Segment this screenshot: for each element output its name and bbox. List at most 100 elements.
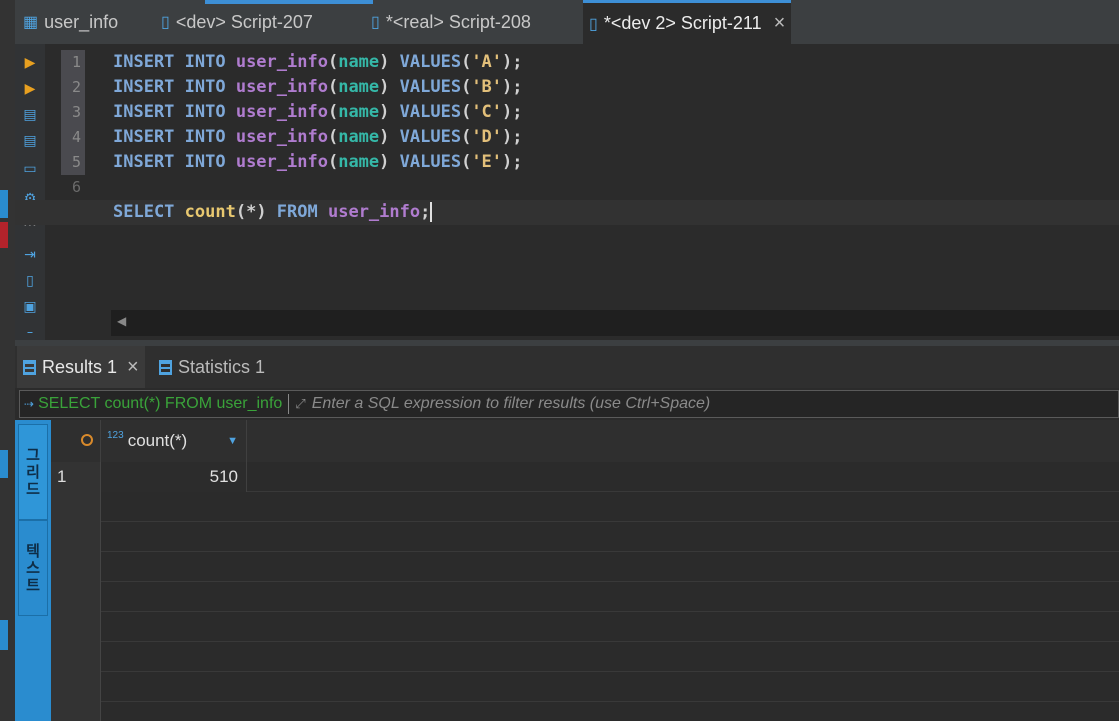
export-icon[interactable]: ⇥ — [21, 246, 39, 264]
grid-icon — [159, 359, 172, 375]
code-token: VALUES — [399, 77, 462, 97]
code-token: user_info — [235, 52, 328, 72]
code-token: VALUES — [399, 52, 462, 72]
line-number: 1 — [61, 50, 85, 75]
expand-filter-icon[interactable]: ⤢ — [295, 397, 305, 412]
code-token: VALUES — [399, 152, 462, 172]
empty-row — [51, 672, 1119, 702]
view-mode-panel: 그리드 텍스트 — [15, 420, 51, 721]
line-number: 6 — [71, 178, 81, 196]
scroll-left-icon[interactable]: ◀ — [117, 314, 126, 328]
column-header-label: count(*) — [127, 431, 188, 450]
tab-script-207[interactable]: ▯ <dev> Script-207 — [155, 0, 319, 44]
sort-dropdown-icon[interactable]: ▼ — [227, 435, 238, 447]
empty-row — [51, 612, 1119, 642]
code-token: ( — [327, 127, 339, 147]
empty-row — [51, 642, 1119, 672]
tab-statistics-1[interactable]: Statistics 1 — [153, 346, 271, 388]
grid-icon — [23, 359, 36, 375]
code-token: 'C' — [471, 102, 503, 122]
outline-icon[interactable]: ⎯ — [21, 324, 39, 338]
row-number-empty — [51, 672, 101, 702]
code-token: FROM — [276, 202, 328, 222]
code-line[interactable]: SELECT count(*) FROM user_info; — [15, 200, 1119, 225]
results-grid[interactable]: 123 count(*) ▼ 1 510 — [51, 420, 1119, 721]
code-line[interactable]: INSERT INTO user_info(name) VALUES('B'); — [113, 75, 1113, 100]
script-connected-icon: ▯ — [589, 15, 598, 33]
code-token: INSERT INTO — [113, 77, 236, 97]
numeric-type-badge: 123 — [107, 429, 124, 441]
code-token: ( — [461, 152, 472, 172]
tab-script-211[interactable]: ▯ *<dev 2> Script-211 × — [583, 0, 792, 44]
code-line[interactable] — [113, 175, 1113, 200]
row-number-header[interactable] — [51, 420, 101, 462]
row-number: 1 — [51, 462, 101, 492]
execute-script-icon[interactable]: ▤ — [21, 106, 39, 124]
tab-results-1[interactable]: Results 1 × — [17, 346, 145, 388]
code-token: 'B' — [471, 77, 503, 97]
empty-row — [51, 552, 1119, 582]
close-icon[interactable]: × — [127, 356, 139, 379]
code-token: name — [338, 52, 380, 72]
code-token: (*) — [235, 202, 277, 222]
horizontal-scrollbar[interactable]: ◀ — [111, 310, 1119, 336]
code-token: ) — [379, 102, 400, 122]
column-header-count[interactable]: 123 count(*) ▼ — [101, 420, 247, 462]
code-token: ( — [327, 102, 339, 122]
script-icon: ▯ — [371, 14, 380, 31]
code-token: ) — [379, 127, 400, 147]
text-cursor — [430, 202, 433, 222]
code-token: ); — [502, 152, 523, 172]
row-number-empty — [51, 492, 101, 522]
code-token: ( — [461, 127, 472, 147]
editor-toolbar: ▶ ▶ ▤ ▤ ▭ ⚙ ⋯ ⇥ ▯ ▣ ⎯ — [15, 44, 45, 340]
edge-marker-blue-3 — [0, 620, 8, 650]
tab-label: Results 1 — [42, 356, 118, 377]
row-number-empty — [51, 612, 101, 642]
code-token: INSERT INTO — [113, 102, 236, 122]
code-token: ( — [327, 52, 339, 72]
code-token: ) — [379, 52, 400, 72]
code-token: ( — [327, 152, 339, 172]
grid-view-button[interactable]: 그리드 — [18, 424, 48, 520]
explain-plan-icon[interactable]: ▭ — [21, 160, 39, 178]
line-number-gutter: 1 2 3 4 5 6 7 — [61, 50, 85, 225]
code-token: SELECT — [113, 202, 185, 222]
code-token: name — [338, 152, 380, 172]
code-line[interactable]: INSERT INTO user_info(name) VALUES('A'); — [113, 50, 1113, 75]
window-edge — [0, 0, 15, 721]
code-token: INSERT INTO — [113, 127, 236, 147]
sql-editor[interactable]: ▶ ▶ ▤ ▤ ▭ ⚙ ⋯ ⇥ ▯ ▣ ⎯ 1 2 3 4 5 6 7 INSE… — [15, 44, 1119, 340]
code-token: ( — [327, 77, 339, 97]
line-number: 5 — [61, 150, 85, 175]
text-view-button[interactable]: 텍스트 — [18, 520, 48, 616]
execute-statement-icon[interactable]: ▶ — [21, 54, 39, 72]
code-area[interactable]: INSERT INTO user_info(name) VALUES('A');… — [15, 50, 1119, 225]
execute-in-new-tab-icon[interactable]: ▶ — [21, 80, 39, 98]
code-token: user_info — [327, 202, 421, 222]
code-line[interactable]: INSERT INTO user_info(name) VALUES('C'); — [113, 100, 1113, 125]
tab-label: <dev> Script-207 — [175, 11, 313, 32]
cell-count[interactable]: 510 — [101, 462, 247, 492]
tab-user-info[interactable]: ▦ user_info — [17, 0, 124, 44]
record-mode-icon — [81, 434, 93, 446]
open-file-icon[interactable]: ▯ — [21, 272, 39, 290]
row-number-empty — [51, 582, 101, 612]
tab-script-208[interactable]: ▯ *<real> Script-208 — [365, 0, 537, 44]
save-file-icon[interactable]: ▣ — [21, 298, 39, 316]
empty-row — [51, 702, 1119, 721]
code-line[interactable]: INSERT INTO user_info(name) VALUES('D'); — [113, 125, 1113, 150]
row-number-empty — [51, 522, 101, 552]
current-query-text: SELECT count(*) FROM user_info — [38, 395, 283, 412]
filter-input[interactable] — [311, 395, 1118, 413]
table-row[interactable]: 1 510 — [51, 462, 1119, 492]
code-token: name — [338, 77, 380, 97]
close-icon[interactable]: × — [774, 12, 786, 35]
divider — [288, 394, 290, 414]
code-line[interactable]: INSERT INTO user_info(name) VALUES('E'); — [113, 150, 1113, 175]
row-number-empty — [51, 552, 101, 582]
execute-script-new-tab-icon[interactable]: ▤ — [21, 132, 39, 150]
code-token: ( — [461, 52, 472, 72]
row-number-empty — [51, 702, 101, 721]
editor-tab-bar: ▦ user_info ▯ <dev> Script-207 ▯ *<real>… — [15, 0, 1119, 44]
